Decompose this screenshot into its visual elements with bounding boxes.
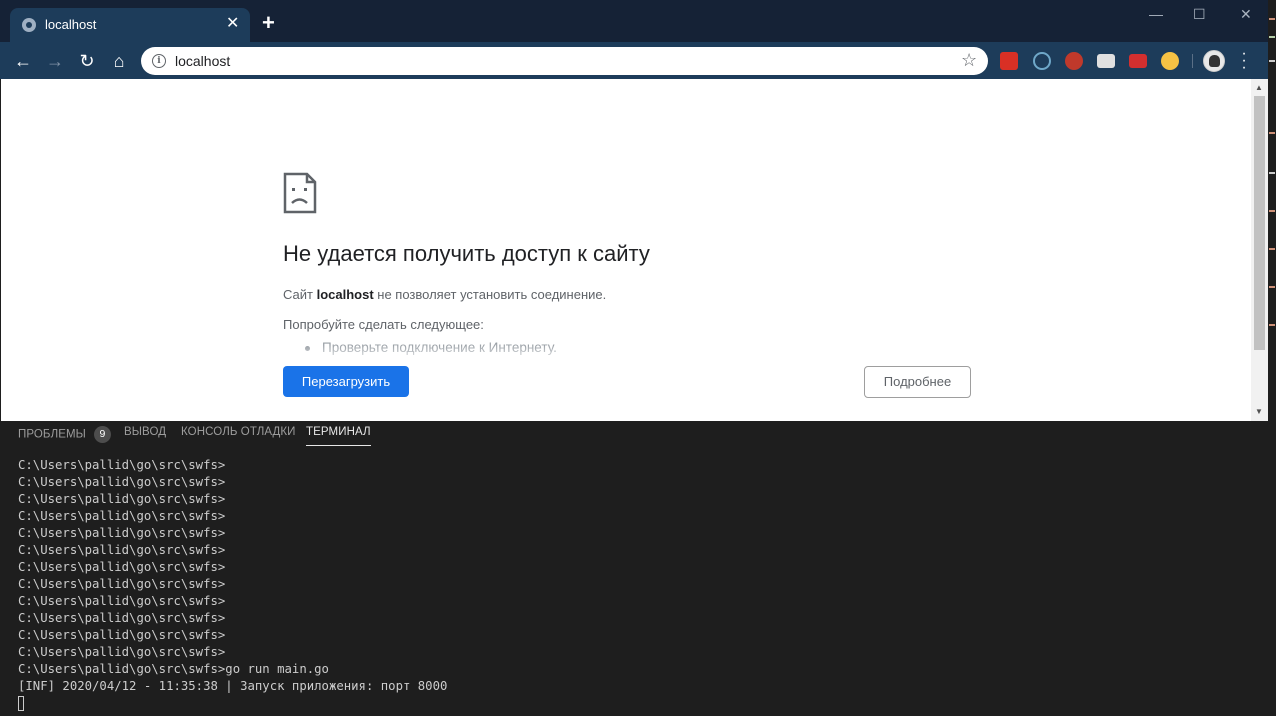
terminal-line: C:\Users\pallid\go\src\swfs>	[18, 628, 226, 642]
close-tab-icon[interactable]: ✕	[226, 14, 239, 34]
error-description: Сайт localhost не позволяет установить с…	[283, 287, 606, 302]
sad-document-icon	[283, 172, 317, 214]
code-fragment-mark	[1269, 60, 1275, 62]
profile-avatar[interactable]	[1203, 50, 1225, 72]
desc-suffix: не позволяет установить соединение.	[373, 287, 607, 302]
terminal-line: C:\Users\pallid\go\src\swfs>	[18, 509, 226, 523]
terminal-line: C:\Users\pallid\go\src\swfs>	[18, 475, 226, 489]
menu-kebab-icon[interactable]: · · ·	[1240, 46, 1248, 76]
tab-title: localhost	[45, 17, 97, 32]
code-fragment-mark	[1269, 172, 1275, 174]
blue-circle-extension-icon[interactable]	[1033, 52, 1051, 70]
browser-toolbar: ← → ↻ ⌂ i localhost ☆ · · ·	[0, 42, 1268, 79]
url-text: localhost	[175, 53, 231, 69]
code-fragment-mark	[1269, 36, 1275, 38]
code-fragment-mark	[1269, 18, 1275, 20]
terminal-line: C:\Users\pallid\go\src\swfs>	[18, 543, 226, 557]
terminal-cursor	[18, 696, 24, 711]
terminal-output[interactable]: C:\Users\pallid\go\src\swfs> C:\Users\pa…	[18, 457, 1258, 712]
new-tab-button[interactable]: +	[262, 12, 275, 34]
tab-terminal[interactable]: ТЕРМИНАЛ	[306, 426, 371, 446]
home-icon[interactable]: ⌂	[108, 50, 130, 72]
code-fragment-mark	[1269, 132, 1275, 134]
desc-host: localhost	[316, 287, 374, 302]
maximize-icon[interactable]: ☐	[1193, 6, 1206, 23]
terminal-line: C:\Users\pallid\go\src\swfs>	[18, 492, 226, 506]
toolbar-divider	[1192, 54, 1193, 68]
code-fragment-mark	[1269, 286, 1275, 288]
forward-icon[interactable]: →	[44, 50, 66, 72]
terminal-line: [INF] 2020/04/12 - 11:35:38 | Запуск при…	[18, 679, 448, 693]
reload-button[interactable]: Перезагрузить	[283, 366, 409, 397]
page-scrollbar[interactable]: ▲ ▼	[1251, 79, 1268, 421]
red-stamp-extension-icon[interactable]	[1065, 52, 1083, 70]
terminal-line: C:\Users\pallid\go\src\swfs>	[18, 611, 226, 625]
error-title: Не удается получить доступ к сайту	[283, 241, 650, 266]
scroll-up-icon[interactable]: ▲	[1255, 83, 1263, 92]
desc-prefix: Сайт	[283, 287, 317, 302]
content-fade	[283, 345, 983, 365]
tab-output[interactable]: ВЫВОД	[124, 426, 166, 438]
window-border	[0, 79, 1, 421]
terminal-line: C:\Users\pallid\go\src\swfs>	[18, 577, 226, 591]
browser-titlebar: localhost ✕ + — ☐ ✕	[0, 0, 1268, 42]
globe-icon	[22, 18, 36, 32]
tab-problems-label: ПРОБЛЕМЫ	[18, 428, 86, 441]
reload-icon[interactable]: ↻	[76, 50, 98, 72]
try-heading: Попробуйте сделать следующее:	[283, 317, 484, 332]
code-fragment-mark	[1269, 210, 1275, 212]
details-button[interactable]: Подробнее	[864, 366, 971, 398]
problems-count-badge: 9	[93, 426, 111, 443]
red-a-extension-icon[interactable]	[1000, 52, 1018, 70]
code-fragment-mark	[1269, 324, 1275, 326]
vscode-panel: ПРОБЛЕМЫ 9 ВЫВОД КОНСОЛЬ ОТЛАДКИ ТЕРМИНАЛ…	[0, 420, 1276, 716]
bookmark-star-icon[interactable]: ☆	[961, 50, 977, 71]
browser-window: localhost ✕ + — ☐ ✕ ← → ↻ ⌂ i localhost …	[0, 0, 1268, 421]
back-icon[interactable]: ←	[12, 50, 34, 72]
terminal-cursor-line	[18, 695, 1258, 712]
terminal-line: C:\Users\pallid\go\src\swfs>	[18, 458, 226, 472]
terminal-line: C:\Users\pallid\go\src\swfs>	[18, 594, 226, 608]
terminal-line: C:\Users\pallid\go\src\swfs>	[18, 526, 226, 540]
code-fragment-mark	[1269, 248, 1275, 250]
tab-debug-console[interactable]: КОНСОЛЬ ОТЛАДКИ	[181, 426, 296, 438]
scrollbar-thumb[interactable]	[1254, 96, 1265, 350]
terminal-line: C:\Users\pallid\go\src\swfs>go run main.…	[18, 662, 329, 676]
info-icon[interactable]: i	[152, 54, 166, 68]
terminal-line: C:\Users\pallid\go\src\swfs>	[18, 645, 226, 659]
editor-edge	[1268, 0, 1276, 716]
minimize-icon[interactable]: —	[1149, 6, 1163, 22]
error-page: Не удается получить доступ к сайту Сайт …	[0, 79, 1268, 421]
scroll-down-icon[interactable]: ▼	[1255, 407, 1263, 416]
red-dots-extension-icon[interactable]	[1129, 54, 1147, 68]
tab-problems[interactable]: ПРОБЛЕМЫ 9	[18, 426, 111, 443]
orange-1c-extension-icon[interactable]	[1161, 52, 1179, 70]
terminal-line: C:\Users\pallid\go\src\swfs>	[18, 560, 226, 574]
close-window-icon[interactable]: ✕	[1240, 6, 1252, 23]
browser-tab[interactable]: localhost ✕	[10, 8, 250, 42]
panel-tabs: ПРОБЛЕМЫ 9 ВЫВОД КОНСОЛЬ ОТЛАДКИ ТЕРМИНАЛ	[0, 420, 1276, 448]
address-bar[interactable]: i localhost ☆	[141, 47, 988, 75]
printer-extension-icon[interactable]	[1097, 54, 1115, 68]
